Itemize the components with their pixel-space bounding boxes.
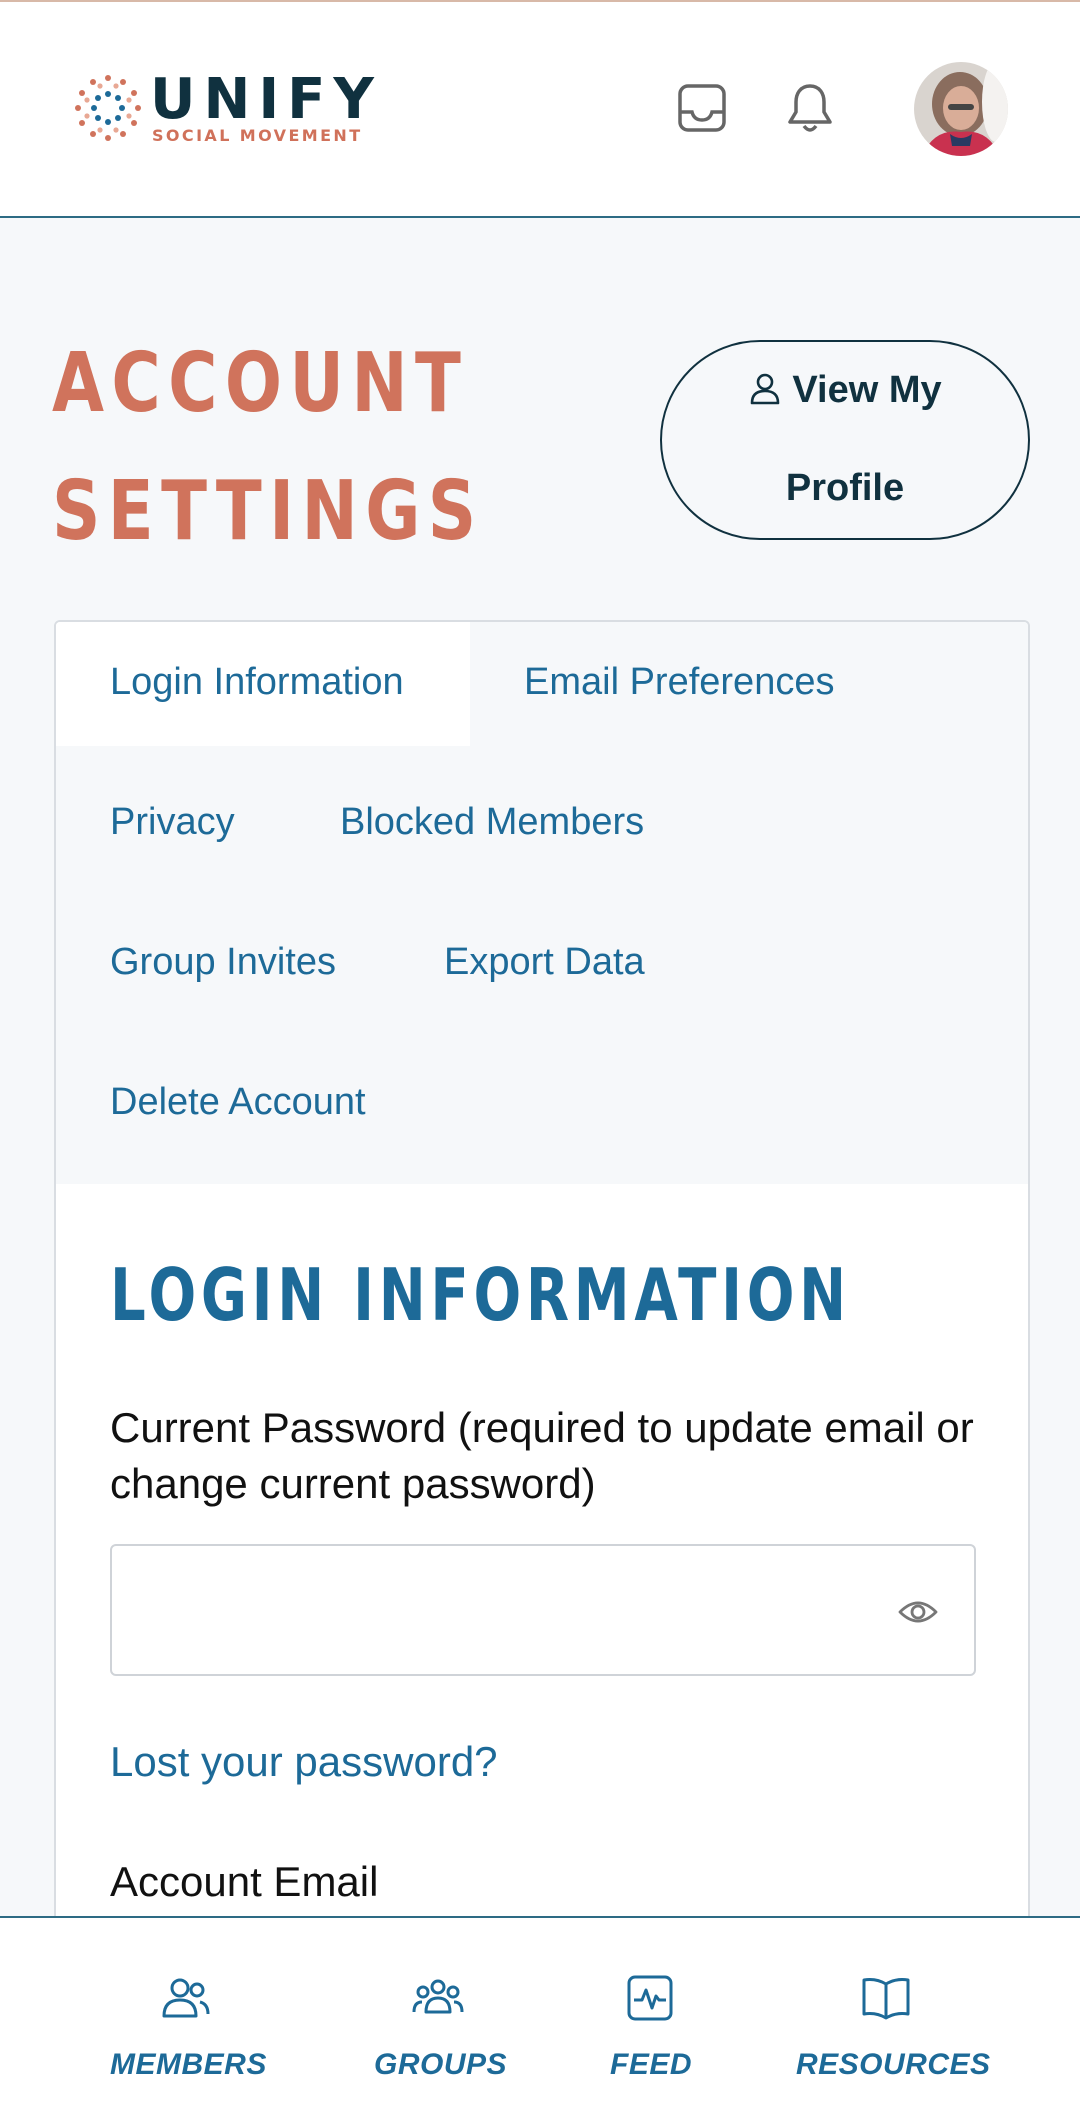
book-icon <box>862 1978 910 2020</box>
logo-mark-icon <box>75 75 141 141</box>
tab-email-preferences[interactable]: Email Preferences <box>524 660 834 704</box>
tab-privacy[interactable]: Privacy <box>110 800 235 844</box>
view-profile-label-2: Profile <box>785 467 905 509</box>
user-icon <box>751 373 780 405</box>
page-title: ACCOUNT SETTINGS <box>52 320 478 576</box>
nav-resources[interactable]: RESOURCES <box>784 1918 990 2116</box>
tab-blocked-members[interactable]: Blocked Members <box>340 800 644 844</box>
nav-members-label: MEMBERS <box>110 2048 267 2081</box>
lost-password-link[interactable]: Lost your password? <box>110 1736 498 1788</box>
tab-export-data[interactable]: Export Data <box>444 940 645 984</box>
feed-icon <box>627 1975 673 2021</box>
account-email-label: Account Email <box>110 1858 379 1905</box>
settings-tabs: Login Information Email Preferences Priv… <box>56 622 1028 1184</box>
logo-tagline: SOCIAL MOVEMENT <box>152 126 363 145</box>
page-title-line1: ACCOUNT <box>52 336 469 431</box>
tab-delete-account[interactable]: Delete Account <box>110 1080 366 1124</box>
bell-icon[interactable] <box>784 80 836 136</box>
view-profile-label-1: View My <box>792 369 942 411</box>
avatar-photo <box>914 62 1008 156</box>
nav-feed[interactable]: FEED <box>600 1918 700 2116</box>
user-avatar[interactable] <box>914 62 1008 156</box>
inbox-icon[interactable] <box>676 80 728 136</box>
nav-groups[interactable]: GROUPS <box>364 1918 514 2116</box>
logo-wordmark: UNIFY <box>150 67 382 132</box>
current-password-field[interactable] <box>110 1544 976 1676</box>
nav-resources-label: RESOURCES <box>796 2048 991 2081</box>
tab-group-invites[interactable]: Group Invites <box>110 940 336 984</box>
current-password-label: Current Password (required to update ema… <box>110 1404 974 1507</box>
bottom-navigation: MEMBERS GROUPS FEED RESOURCES <box>0 1916 1080 2116</box>
settings-card: Login Information Email Preferences Priv… <box>54 620 1030 2116</box>
view-profile-button[interactable]: View My Profile <box>660 340 1030 540</box>
groups-icon <box>412 1979 464 2014</box>
nav-members[interactable]: MEMBERS <box>100 1918 270 2116</box>
section-title: LOGIN INFORMATION <box>110 1253 851 1337</box>
unify-logo[interactable]: UNIFY SOCIAL MOVEMENT <box>74 67 404 152</box>
eye-icon[interactable] <box>896 1590 940 1634</box>
nav-groups-label: GROUPS <box>374 2048 508 2081</box>
nav-feed-label: FEED <box>610 2048 693 2081</box>
tab-login-information[interactable]: Login Information <box>110 660 404 704</box>
page-title-line2: SETTINGS <box>52 464 484 559</box>
members-icon <box>162 1978 210 2018</box>
app-header: UNIFY SOCIAL MOVEMENT <box>0 2 1080 218</box>
